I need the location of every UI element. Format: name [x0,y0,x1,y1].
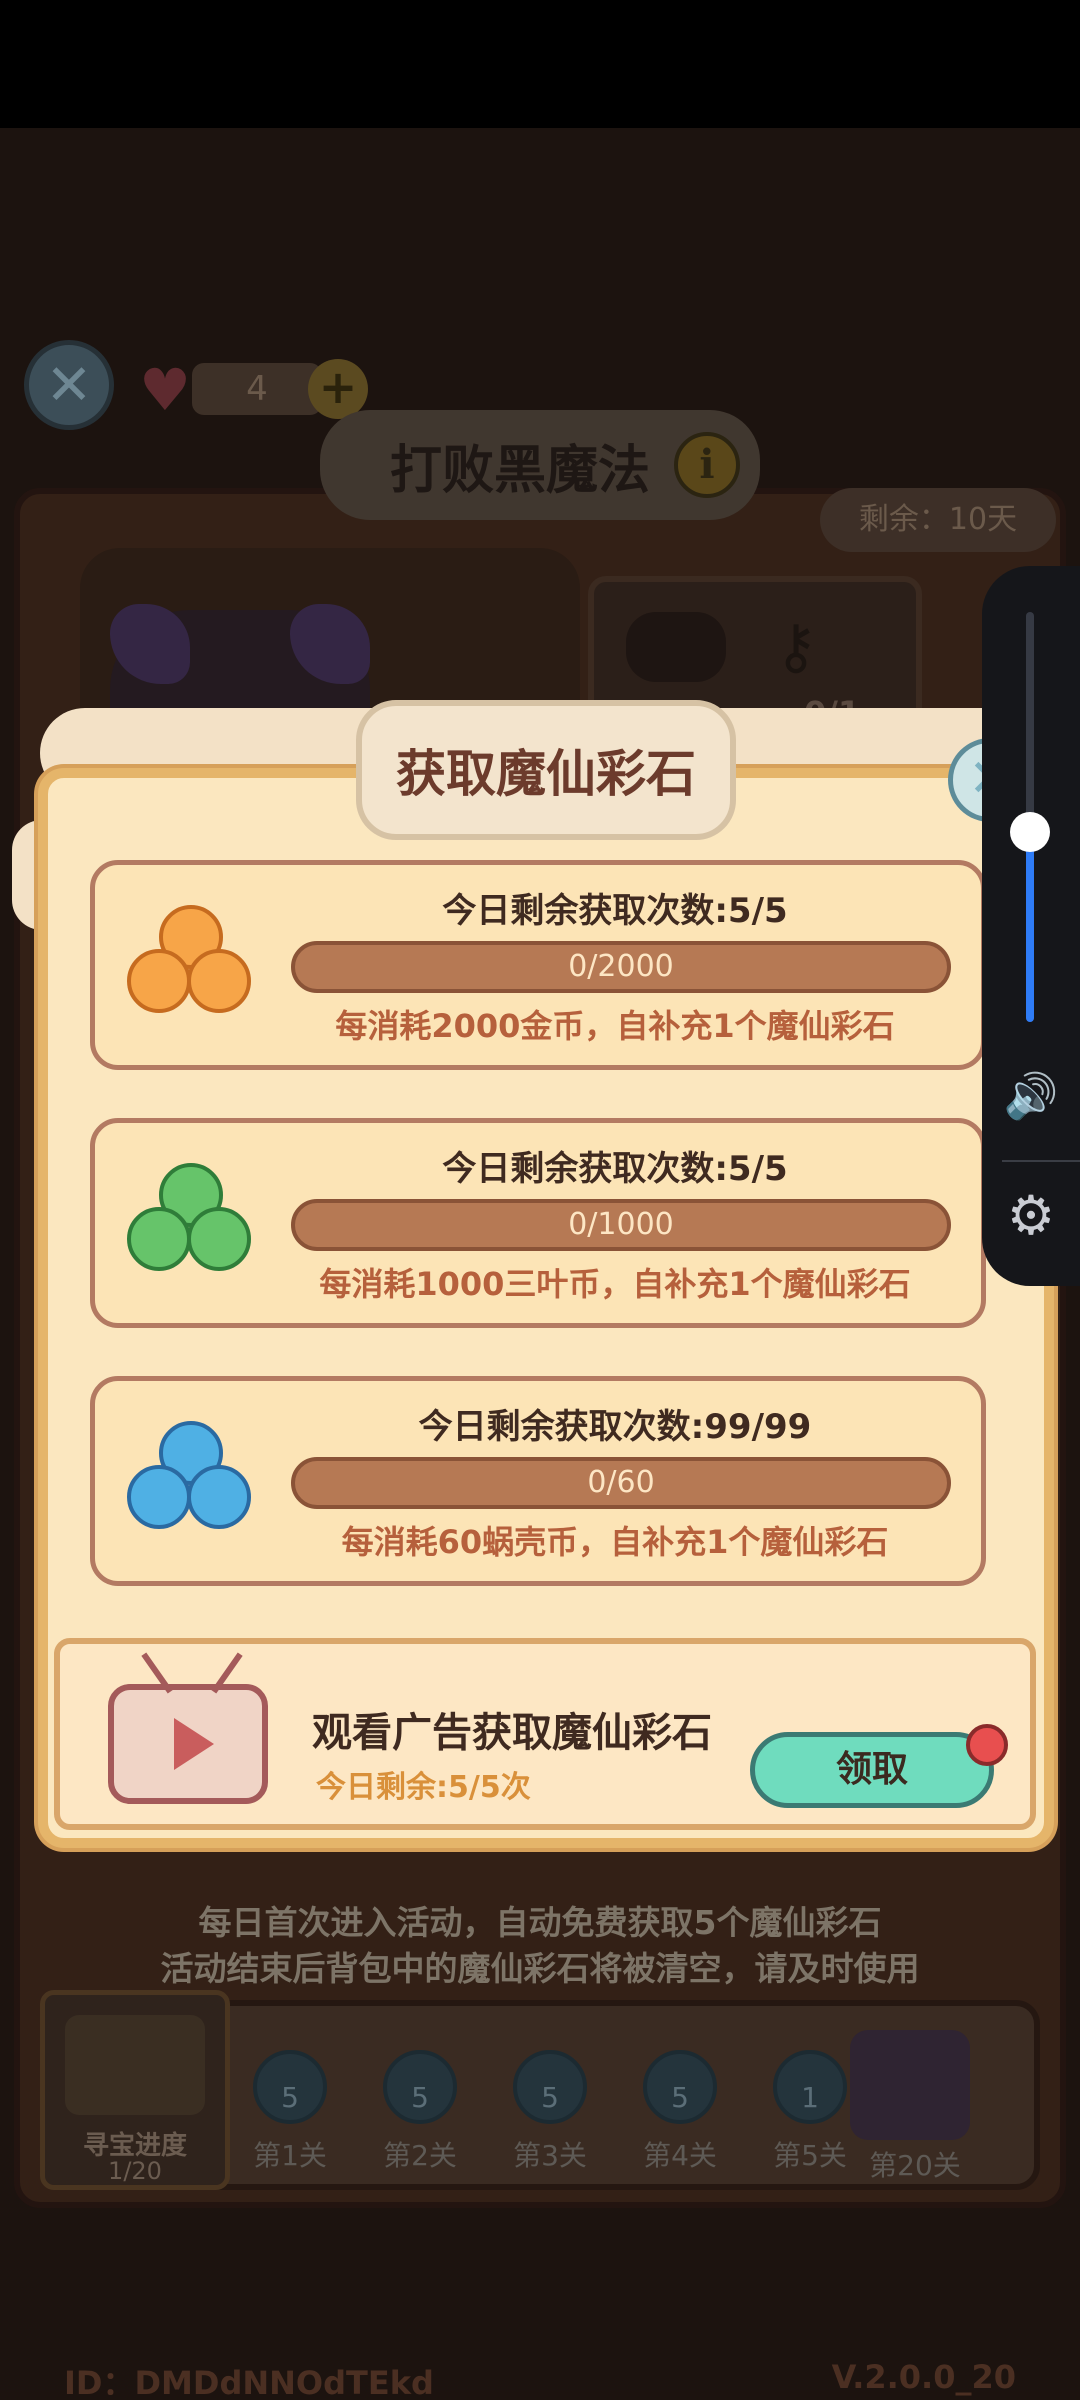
player-id: ID：DMDdNNOdTEkd [64,2364,434,2400]
info-icon[interactable]: i [674,432,740,498]
shell-coin-icon [127,1421,257,1551]
tip-line-1: 每日首次进入活动，自动免费获取5个魔仙彩石 [198,1903,882,1942]
claim-button[interactable]: 领取 [750,1732,994,1808]
modal-title: 获取魔仙彩石 [356,700,736,840]
treasure-progress[interactable]: 寻宝进度 1/20 [40,1990,230,2190]
add-lives-button[interactable]: + [308,359,368,419]
card-title: 今日剩余获取次数:5/5 [442,1149,788,1189]
tip-line-2: 活动结束后背包中的魔仙彩石将被清空，请及时使用 [160,1949,920,1988]
ad-title: 观看广告获取魔仙彩石 [312,1710,712,1756]
remaining-days-badge: 剩余：10天 [820,488,1056,552]
card-progress-bar: 0/1000 [291,1199,951,1251]
card-description: 每消耗1000三叶币，自补充1个魔仙彩石 [319,1265,911,1303]
card-title: 今日剩余获取次数:5/5 [442,891,788,931]
watch-ad-row: 观看广告获取魔仙彩石 今日剩余:5/5次 领取 [54,1638,1036,1830]
stage-4[interactable]: 5 第4关 [620,2050,740,2174]
gold-coin-card: 今日剩余获取次数:5/5 0/2000 每消耗2000金币，自补充1个魔仙彩石 [90,860,986,1070]
status-bar [0,0,1080,128]
lives-counter: ♥ 4 + [130,355,368,424]
divider [1002,1160,1080,1162]
stage-label: 第2关 [383,2139,457,2172]
heart-icon: ♥ [139,356,191,424]
stage-stone-icon: 5 [643,2050,717,2124]
stage-1[interactable]: 5 第1关 [230,2050,350,2174]
gold-coin-icon [127,905,257,1035]
character-ear-left [110,604,190,684]
volume-panel: 🔊 ⚙ [982,566,1080,1286]
final-stage-label: 第20关 [869,2149,961,2182]
stage-label: 第1关 [253,2139,327,2172]
version-label: V.2.0.0_20 [831,2358,1016,2396]
stage-stone-icon: 5 [513,2050,587,2124]
gear-icon[interactable]: ⚙ [982,1184,1080,1247]
ad-remaining: 今日剩余:5/5次 [316,1770,531,1805]
treasure-count: 1/20 [108,2157,162,2185]
tip-text: 每日首次进入活动，自动免费获取5个魔仙彩石 活动结束后背包中的魔仙彩石将被清空，… [0,1900,1080,1992]
event-title-plate: 打败黑魔法 i [320,410,760,520]
stage-stone-icon: 5 [383,2050,457,2124]
clover-coin-icon [127,1163,257,1293]
speaker-icon[interactable]: 🔊 [982,1070,1080,1122]
key-icon: ⚷ [774,612,818,682]
card-description: 每消耗60蜗壳币，自补充1个魔仙彩石 [341,1523,889,1561]
notification-dot [966,1724,1008,1766]
volume-slider-handle[interactable] [1010,812,1050,852]
card-title: 今日剩余获取次数:99/99 [418,1407,812,1447]
play-icon [174,1718,214,1770]
stage-label: 第4关 [643,2139,717,2172]
stage-2[interactable]: 5 第2关 [360,2050,480,2174]
gift-icon[interactable] [850,2030,970,2140]
quest-item-icon [626,612,726,682]
stage-stone-icon: 1 [773,2050,847,2124]
stage-stone-icon: 5 [253,2050,327,2124]
close-icon: ✕ [45,352,93,418]
event-title: 打败黑魔法 [390,440,651,501]
card-progress-bar: 0/60 [291,1457,951,1509]
volume-slider-fill [1026,832,1034,1022]
treasure-icon [65,2015,205,2115]
card-description: 每消耗2000金币，自补充1个魔仙彩石 [335,1007,895,1045]
shell-coin-card: 今日剩余获取次数:99/99 0/60 每消耗60蜗壳币，自补充1个魔仙彩石 [90,1376,986,1586]
back-button[interactable]: ✕ [24,340,114,430]
stage-label: 第3关 [513,2139,587,2172]
stage-3[interactable]: 5 第3关 [490,2050,610,2174]
lives-count: 4 [192,363,322,415]
card-progress-bar: 0/2000 [291,941,951,993]
tv-icon [108,1652,268,1804]
clover-coin-card: 今日剩余获取次数:5/5 0/1000 每消耗1000三叶币，自补充1个魔仙彩石 [90,1118,986,1328]
